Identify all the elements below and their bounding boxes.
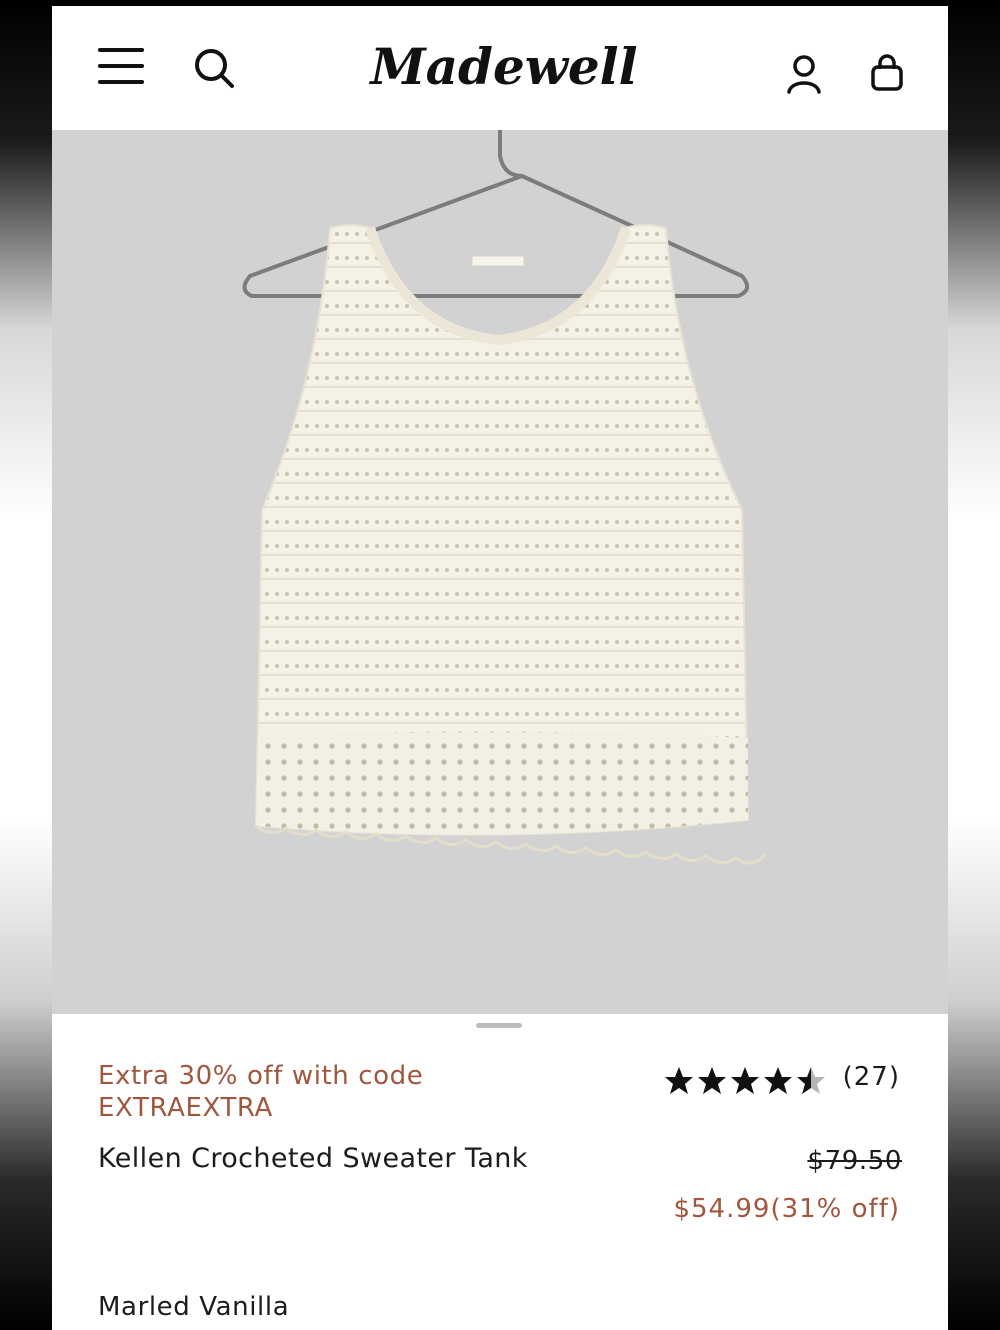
promo-code: EXTRAEXTRA (98, 1093, 273, 1123)
phone-screen: Madewell Extra 30% off with code EXTRAEX… (52, 6, 948, 1330)
product-image[interactable] (52, 130, 948, 1014)
review-count[interactable]: (27) (843, 1062, 900, 1092)
product-title: Kellen Crocheted Sweater Tank (98, 1143, 528, 1174)
discount-percent: (31% off) (770, 1194, 900, 1224)
sheet-drag-handle[interactable] (476, 1023, 522, 1028)
star-rating-icon (665, 1067, 825, 1094)
brand-logo[interactable]: Madewell (354, 28, 654, 114)
sale-price: $54.99 (673, 1194, 771, 1224)
original-price: $79.50 (807, 1146, 902, 1176)
site-header: Madewell (52, 6, 948, 130)
sale-price-line: $54.99(31% off) (673, 1194, 900, 1224)
promo-message: Extra 30% off with code EXTRAEXTRA (98, 1060, 618, 1124)
brand-logo-text: Madewell (368, 37, 637, 96)
product-rating[interactable]: (27) (664, 1062, 904, 1102)
promo-text: Extra 30% off with code (98, 1061, 424, 1091)
shopping-bag-icon[interactable] (870, 54, 904, 92)
selected-color-name: Marled Vanilla (98, 1292, 290, 1322)
account-icon[interactable] (786, 54, 822, 94)
crochet-tank-illustration (242, 130, 768, 865)
search-icon[interactable] (192, 46, 236, 90)
menu-icon[interactable] (96, 46, 146, 86)
